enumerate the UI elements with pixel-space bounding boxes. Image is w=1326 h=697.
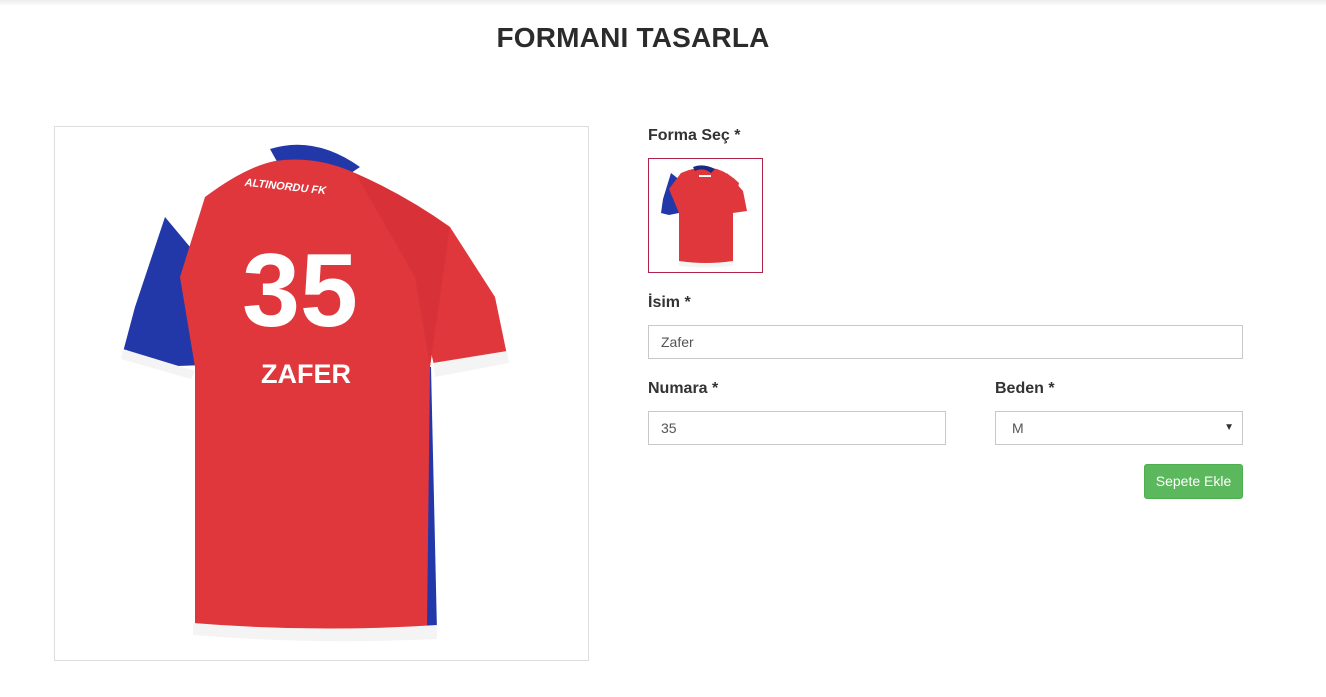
size-label: Beden *	[995, 380, 1055, 397]
jersey-select-label: Forma Seç *	[648, 127, 741, 144]
page-title: FORMANI TASARLA	[496, 22, 770, 53]
name-input[interactable]: Zafer	[648, 325, 1243, 359]
top-shadow-bar	[0, 0, 1326, 6]
number-input[interactable]: 35	[648, 411, 946, 445]
add-to-cart-button[interactable]: Sepete Ekle	[1144, 464, 1243, 499]
size-select[interactable]: M ▼	[995, 411, 1243, 445]
jersey-thumbnail-image	[661, 165, 747, 268]
number-label: Numara *	[648, 380, 719, 397]
name-label: İsim *	[648, 294, 691, 311]
jersey-name-text: ZAFER	[261, 359, 351, 389]
chevron-down-icon: ▼	[1224, 422, 1234, 433]
jersey-number-text: 35	[242, 233, 358, 349]
size-select-value: M	[1012, 420, 1024, 436]
jersey-preview: ALTINORDU FK 35 ZAFER	[54, 126, 589, 661]
jersey-thumbnail[interactable]	[648, 158, 763, 273]
jersey-back-image: ALTINORDU FK	[121, 144, 509, 642]
